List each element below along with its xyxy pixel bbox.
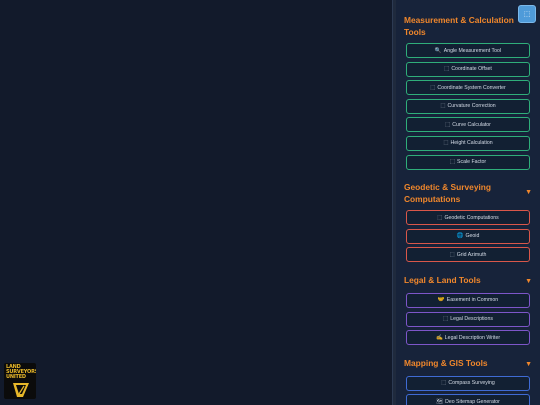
tool-label: Scale Factor — [457, 159, 487, 166]
tool-label: Curvature Correction — [447, 103, 496, 110]
tool-label: Easement in Common — [446, 297, 499, 304]
grid-azimuth-button[interactable]: ⬚ Grid Azimuth — [406, 247, 530, 263]
section-measurement-calculation: Measurement & Calculation Tools ▼ 🔍Angle… — [396, 0, 540, 170]
expand-button[interactable]: ⬚ — [518, 5, 536, 23]
coordinate-offset-button[interactable]: ⬚ Coordinate Offset — [406, 61, 530, 77]
logo-mark-icon — [13, 383, 29, 397]
chevron-down-icon[interactable]: ▼ — [525, 276, 532, 288]
tool-label: Geoid — [465, 233, 480, 240]
globe-icon: 🌐 — [456, 233, 464, 240]
height-calculation-button[interactable]: ⬚ Height Calculation — [406, 135, 530, 151]
handshake-icon: 🤝 — [437, 297, 445, 304]
section-header[interactable]: Legal & Land Tools ▼ — [404, 274, 532, 288]
geodetic-computations-button[interactable]: ⬚ Geodetic Computations — [406, 210, 530, 226]
tool-label: Legal Description Writer — [444, 334, 501, 341]
tool-icon: ⬚ — [444, 66, 450, 73]
magnifier-icon: 🔍 — [434, 47, 442, 54]
land-surveyors-united-logo: LAND SURVEYORS UNITED — [4, 363, 36, 399]
tools-sidebar: Measurement & Calculation Tools ▼ 🔍Angle… — [396, 0, 540, 405]
writing-hand-icon: ✍ — [435, 334, 443, 341]
legal-description-writer-button[interactable]: ✍ Legal Description Writer — [406, 330, 530, 346]
compass-surveying-button[interactable]: ⬚ Compass Surveying — [406, 375, 530, 391]
curve-calculator-button[interactable]: ⬚ Curve Calculator — [406, 117, 530, 133]
tool-label: Height Calculation — [450, 140, 493, 147]
tool-label: Compass Surveying — [448, 380, 495, 387]
tool-icon: ⬚ — [449, 159, 456, 166]
map-canvas[interactable] — [0, 0, 392, 405]
curvature-correction-button[interactable]: ⬚ Curvature Correction — [406, 98, 530, 114]
section-title: Legal & Land Tools — [404, 274, 481, 285]
section-legal-land: Legal & Land Tools ▼ 🤝 Easement in Common… — [396, 266, 540, 346]
tool-icon: ⬚ — [440, 103, 446, 110]
tool-icon: ⬚ — [443, 140, 449, 147]
coordinate-system-converter-button[interactable]: ⬚ Coordinate System Converter — [406, 80, 530, 96]
chevron-down-icon[interactable]: ▼ — [525, 187, 532, 199]
section-header[interactable]: Geodetic & Surveying Computations ▼ — [404, 181, 532, 205]
tool-label: Legal Descriptions — [450, 316, 493, 323]
section-title: Mapping & GIS Tools — [404, 357, 488, 368]
section-geodetic-surveying: Geodetic & Surveying Computations ▼ ⬚ Geo… — [396, 173, 540, 263]
expand-icon: ⬚ — [523, 11, 531, 18]
tool-label: Geodetic Computations — [444, 214, 499, 221]
tool-label: Deo Sitemap Generator — [445, 398, 500, 405]
tool-icon: ⬚ — [430, 84, 436, 91]
section-mapping-gis: Mapping & GIS Tools ▼ ⬚ Compass Surveying… — [396, 349, 540, 405]
section-title: Geodetic & Surveying Computations — [404, 182, 492, 205]
tool-icon: ⬚ — [445, 121, 451, 128]
tool-label: Angle Measurement Tool — [443, 47, 502, 54]
map-icon: 🗺 — [436, 398, 444, 405]
tool-label: Curve Calculator — [452, 121, 491, 128]
tool-icon: ⬚ — [441, 380, 447, 387]
scale-factor-button[interactable]: ⬚ Scale Factor — [406, 154, 530, 170]
legal-descriptions-button[interactable]: ⬚ Legal Descriptions — [406, 311, 530, 327]
tool-label: Coordinate System Converter — [437, 84, 506, 91]
geoid-button[interactable]: 🌐 Geoid — [406, 228, 530, 244]
section-header[interactable]: Mapping & GIS Tools ▼ — [404, 357, 532, 371]
angle-measurement-tool-button[interactable]: 🔍 Angle Measurement Tool — [406, 43, 530, 58]
tool-label: Coordinate Offset — [451, 66, 492, 73]
section-title: Measurement & Calculation Tools — [404, 15, 514, 37]
deo-sitemap-generator-button[interactable]: 🗺 Deo Sitemap Generator — [406, 394, 530, 405]
easement-in-common-button[interactable]: 🤝 Easement in Common — [406, 292, 530, 308]
tool-icon: ⬚ — [437, 214, 443, 221]
section-header[interactable]: Measurement & Calculation Tools ▼ — [404, 14, 532, 38]
chevron-down-icon[interactable]: ▼ — [525, 359, 532, 371]
tool-label: Grid Azimuth — [456, 251, 487, 258]
tool-icon: ⬚ — [443, 316, 449, 323]
tool-icon: ⬚ — [449, 251, 455, 258]
